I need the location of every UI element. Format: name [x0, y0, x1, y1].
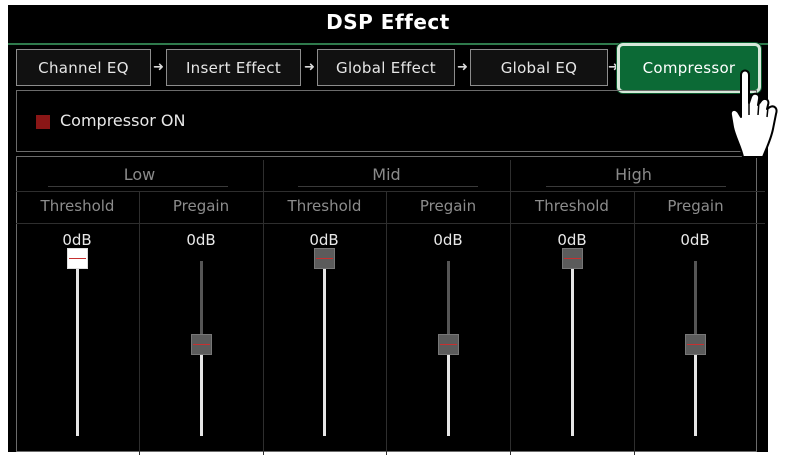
tab-global-eq[interactable]: Global EQ [470, 49, 608, 86]
right-arrow-icon: ➜ [153, 60, 164, 75]
low-threshold-value: 0dB [62, 231, 92, 249]
band-title-high: High [615, 165, 652, 184]
title-bar: DSP Effect [8, 5, 768, 45]
column-divider [634, 192, 635, 455]
mid-threshold-slider-fill [323, 269, 326, 436]
high-pregain-label: Pregain [667, 197, 724, 215]
band-title-low: Low [123, 165, 156, 184]
header-divider [16, 191, 765, 192]
high-pregain-slider-fill [694, 354, 697, 436]
low-pregain-slider-knob[interactable] [191, 333, 212, 355]
low-pregain-label: Pregain [172, 197, 230, 215]
high-threshold-slider-knob[interactable] [562, 248, 583, 269]
page-title: DSP Effect [326, 10, 450, 34]
compressor-on-checkbox[interactable] [36, 115, 50, 129]
compressor-on-label[interactable]: Compressor ON [60, 111, 185, 130]
knob-marker [69, 258, 86, 259]
column-divider [139, 192, 140, 455]
high-threshold-slider-fill [571, 269, 574, 436]
band-underline [546, 186, 726, 187]
band-underline [48, 186, 228, 187]
mid-pregain-value: 0dB [433, 231, 463, 249]
mid-pregain-slider-knob[interactable] [438, 333, 459, 355]
low-pregain-value: 0dB [186, 231, 216, 249]
low-pregain-slider-fill [200, 354, 203, 436]
mid-threshold-value: 0dB [309, 231, 339, 249]
knob-marker [316, 258, 333, 259]
dsp-effect-screen: DSP Effect Channel EQ ➜ Insert Effect ➜ … [8, 5, 778, 455]
tab-global-effect[interactable]: Global Effect [317, 49, 455, 86]
column-divider [386, 192, 387, 455]
pointing-hand-icon [731, 69, 778, 158]
low-threshold-slider-knob[interactable] [67, 248, 88, 269]
band-title-mid: Mid [372, 165, 401, 184]
high-pregain-slider-knob[interactable] [685, 333, 706, 355]
tab-channel-eq[interactable]: Channel EQ [16, 49, 151, 86]
low-threshold-slider-fill [76, 269, 79, 436]
knob-marker [440, 343, 457, 345]
right-arrow-icon: ➜ [304, 60, 315, 75]
header-divider [16, 223, 765, 224]
knob-marker [564, 258, 581, 259]
mid-pregain-label: Pregain [419, 197, 477, 215]
high-pregain-value: 0dB [680, 231, 710, 249]
mid-threshold-label: Threshold [287, 197, 362, 215]
high-threshold-label: Threshold [535, 197, 609, 215]
band-underline [298, 186, 478, 187]
mid-pregain-slider-fill [447, 354, 450, 436]
knob-marker [193, 343, 210, 345]
right-arrow-icon: ➜ [457, 60, 468, 75]
mid-threshold-slider-knob[interactable] [314, 248, 335, 269]
low-threshold-label: Threshold [40, 197, 115, 215]
high-threshold-value: 0dB [557, 231, 587, 249]
knob-marker [687, 343, 704, 345]
tab-insert-effect[interactable]: Insert Effect [166, 49, 301, 86]
